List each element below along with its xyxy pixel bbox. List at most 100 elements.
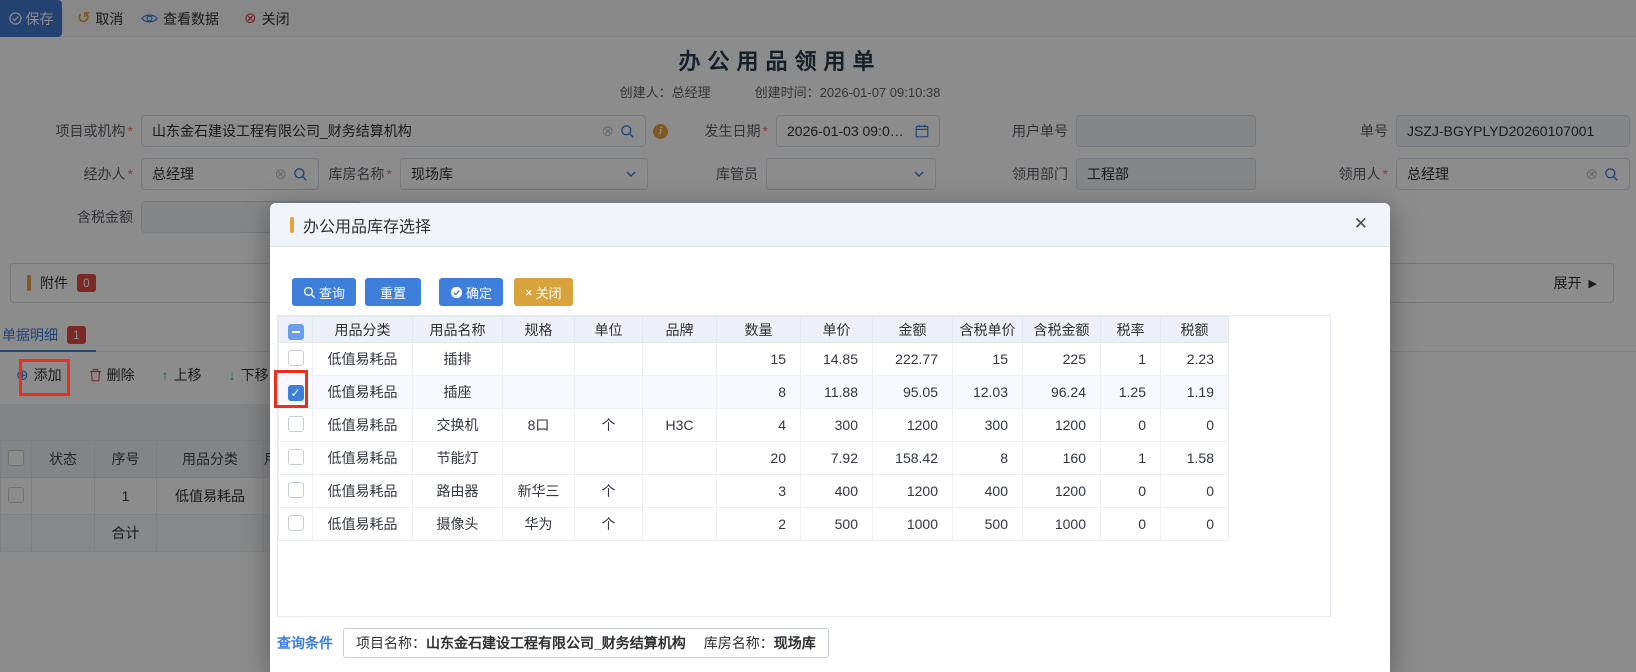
stock-table-row: 低值易耗品插座811.8895.0512.0396.241.251.19 [279,376,1229,409]
stock-cell: 1000 [873,508,953,541]
stock-cell: 1200 [873,475,953,508]
stock-cell: H3C [643,409,717,442]
stock-cell: 400 [801,475,873,508]
stock-cell: 2 [717,508,801,541]
stock-cell: 8口 [503,409,575,442]
stock-cell: 低值易耗品 [313,376,413,409]
stock-cell: 低值易耗品 [313,442,413,475]
stock-cell: 插座 [413,376,503,409]
stock-table: 用品分类用品名称规格单位品牌数量单价金额含税单价含税金额税率税额 低值易耗品插排… [278,316,1229,541]
stock-column-header: 单位 [575,317,643,343]
stock-column-header: 品牌 [643,317,717,343]
modal-title-marker [290,217,294,233]
stock-table-row: 低值易耗品摄像头华为个25001000500100000 [279,508,1229,541]
stock-cell: 0 [1161,409,1229,442]
stock-column-header: 税额 [1161,317,1229,343]
stock-table-row: 低值易耗品插排1514.85222.771522512.23 [279,343,1229,376]
stock-cell: 节能灯 [413,442,503,475]
project-condition: 项目名称：山东金石建设工程有限公司_财务结算机构 [356,633,686,653]
stock-column-header: 税率 [1101,317,1161,343]
stock-cell: 4 [717,409,801,442]
reset-button[interactable]: 重置 [365,278,421,306]
stock-cell: 222.77 [873,343,953,376]
stock-column-header: 含税金额 [1023,317,1101,343]
stock-cell: 华为 [503,508,575,541]
stock-row-checkbox[interactable] [288,416,304,432]
stock-cell [643,343,717,376]
stock-cell: 0 [1101,508,1161,541]
annotation-box-add-button [19,359,70,396]
x-icon: × [525,285,533,300]
stock-cell [503,376,575,409]
query-button-label: 查询 [319,283,345,302]
stock-cell: 0 [1101,475,1161,508]
confirm-button[interactable]: 确定 [439,278,503,306]
stock-cell: 摄像头 [413,508,503,541]
stock-cell: 14.85 [801,343,873,376]
stock-column-header: 用品名称 [413,317,503,343]
stock-cell [643,475,717,508]
reset-button-label: 重置 [380,283,406,302]
stock-cell: 交换机 [413,409,503,442]
stock-column-header: 用品分类 [313,317,413,343]
modal-header: 办公用品库存选择 ✕ [270,203,1390,247]
stock-cell: 1.25 [1101,376,1161,409]
query-condition-label: 查询条件 [277,633,333,653]
warehouse-condition: 库房名称：现场库 [704,633,816,653]
stock-column-header: 金额 [873,317,953,343]
stock-cell: 158.42 [873,442,953,475]
stock-cell: 1000 [1023,508,1101,541]
stock-cell: 个 [575,508,643,541]
stock-cell [503,343,575,376]
stock-cell: 15 [953,343,1023,376]
stock-cell [643,376,717,409]
stock-cell [643,442,717,475]
stock-cell: 95.05 [873,376,953,409]
stock-row-checkbox[interactable] [288,449,304,465]
stock-row-checkbox[interactable] [288,482,304,498]
stock-cell: 1200 [1023,475,1101,508]
stock-cell: 低值易耗品 [313,508,413,541]
stock-cell: 低值易耗品 [313,343,413,376]
query-button[interactable]: 查询 [292,278,356,306]
stock-cell: 225 [1023,343,1101,376]
stock-cell: 1.58 [1161,442,1229,475]
stock-row-checkbox[interactable] [288,515,304,531]
stock-cell: 500 [801,508,873,541]
stock-cell: 8 [953,442,1023,475]
stock-cell: 1200 [1023,409,1101,442]
stock-cell: 1200 [873,409,953,442]
stock-cell: 个 [575,409,643,442]
stock-cell: 500 [953,508,1023,541]
stock-cell: 1 [1101,442,1161,475]
stock-cell: 低值易耗品 [313,475,413,508]
stock-table-body: 低值易耗品插排1514.85222.771522512.23低值易耗品插座811… [279,343,1229,541]
modal-title: 办公用品库存选择 [303,213,431,237]
modal-close-button[interactable]: × 关闭 [514,278,573,306]
stock-cell: 300 [953,409,1023,442]
stock-cell: 0 [1161,508,1229,541]
stock-cell: 160 [1023,442,1101,475]
stock-cell: 低值易耗品 [313,409,413,442]
modal-button-bar: 查询 重置 确定 × 关闭 [292,278,573,306]
annotation-box-row-checkbox [274,370,308,408]
stock-cell: 个 [575,475,643,508]
stock-cell: 20 [717,442,801,475]
search-icon [303,286,316,299]
confirm-button-label: 确定 [466,283,492,302]
stock-table-row: 低值易耗品路由器新华三个34001200400120000 [279,475,1229,508]
stock-row-checkbox[interactable] [288,350,304,366]
stock-cell: 12.03 [953,376,1023,409]
stock-cell: 2.23 [1161,343,1229,376]
stock-cell [643,508,717,541]
stock-cell: 0 [1161,475,1229,508]
stock-select-all-checkbox[interactable] [288,324,304,340]
stock-cell: 插排 [413,343,503,376]
stock-column-header: 单价 [801,317,873,343]
stock-cell: 0 [1101,409,1161,442]
modal-close-button-label: 关闭 [536,283,562,302]
modal-close-icon[interactable]: ✕ [1354,215,1368,232]
stock-table-row: 低值易耗品节能灯207.92158.42816011.58 [279,442,1229,475]
stock-cell [575,442,643,475]
stock-table-row: 低值易耗品交换机8口个H3C43001200300120000 [279,409,1229,442]
